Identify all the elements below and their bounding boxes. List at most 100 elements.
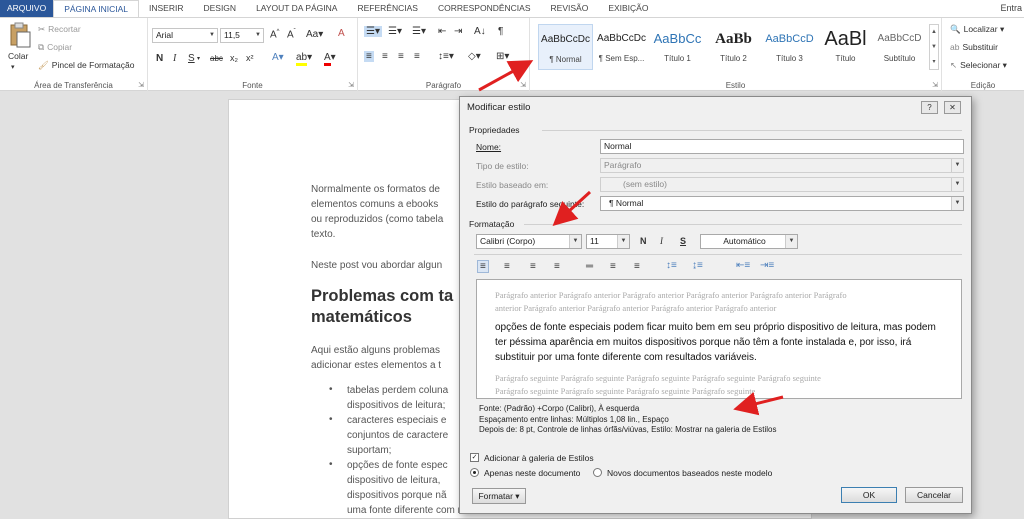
bullet-line: caracteres especiais e	[347, 415, 447, 426]
doc-paragraph-line: elementos comuns a ebooks	[311, 199, 439, 210]
highlight-icon[interactable]: ab▾	[296, 52, 312, 66]
paste-button[interactable]: Colar	[8, 51, 28, 61]
align-right-icon[interactable]: ≡	[398, 51, 404, 62]
styles-gallery: AaBbCcDc ¶ Normal AaBbCcDc ¶ Sem Esp... Aa…	[538, 24, 925, 84]
tab-view[interactable]: EXIBIÇÃO	[598, 0, 658, 17]
copy-label: Copiar	[47, 42, 73, 52]
format-menu-button[interactable]: Formatar ▾	[472, 488, 526, 504]
italic-button[interactable]: I	[173, 53, 176, 64]
line-spacing-icon[interactable]: ↕≡▾	[438, 51, 454, 62]
bullet-icon: •	[329, 414, 333, 425]
tab-home[interactable]: PÁGINA INICIAL	[53, 0, 139, 17]
clipboard-launcher-icon[interactable]: ⇲	[138, 81, 144, 89]
dialog-align-left-icon[interactable]: ≡	[477, 260, 489, 273]
sort-icon[interactable]: A↓	[474, 26, 486, 37]
onehalf-spacing-icon[interactable]: ≡	[610, 261, 616, 272]
cancel-button[interactable]: Cancelar	[905, 487, 963, 503]
style-title[interactable]: AaBl Título	[818, 24, 873, 70]
grow-font-icon[interactable]: A^	[270, 29, 280, 40]
underline-button[interactable]: S	[188, 53, 195, 64]
show-formatting-button[interactable]: ¶	[498, 26, 503, 37]
align-center-icon[interactable]: ≡	[382, 51, 388, 62]
dialog-color-select[interactable]: Automático ▼	[700, 234, 798, 249]
properties-section-title: Propriedades	[469, 125, 520, 135]
style-heading-3[interactable]: AaBbCcD Título 3	[762, 24, 817, 70]
dialog-increase-indent-icon[interactable]: ⇥≡	[760, 260, 774, 271]
font-size-combo[interactable]: 11,5 ▼	[220, 28, 264, 43]
styles-scroll[interactable]: ▲ ▼ ▾	[929, 24, 939, 70]
tab-mailings[interactable]: CORRESPONDÊNCIAS	[428, 0, 541, 17]
numbering-icon[interactable]: ☰▾	[388, 26, 402, 37]
align-left-icon[interactable]: ≡	[364, 51, 374, 62]
replace-button[interactable]: ab Substituir	[950, 42, 998, 52]
paragraph-launcher-icon[interactable]: ⇲	[520, 81, 526, 89]
superscript-button[interactable]: x²	[246, 53, 254, 63]
font-color-icon[interactable]: A▾	[324, 52, 336, 66]
strikethrough-button[interactable]: abc	[210, 54, 223, 63]
format-painter-button[interactable]: 🖌 Pincel de Formatação	[38, 60, 134, 71]
font-launcher-icon[interactable]: ⇲	[348, 81, 354, 89]
text-effects-icon[interactable]: A▾	[272, 52, 284, 63]
add-gallery-checkbox[interactable]: ✓	[470, 453, 479, 462]
help-button[interactable]: ?	[921, 101, 938, 114]
next-style-select[interactable]: ¶ Normal ▼	[600, 196, 964, 211]
dialog-align-center-icon[interactable]: ≡	[504, 261, 510, 272]
style-heading-1[interactable]: AaBbCc Título 1	[650, 24, 705, 70]
font-name-combo[interactable]: Arial ▼	[152, 28, 218, 43]
paste-icon[interactable]	[8, 22, 32, 48]
dialog-font-select[interactable]: Calibri (Corpo) ▼	[476, 234, 582, 249]
dialog-underline-button[interactable]: S	[680, 236, 686, 246]
sign-in-link[interactable]: Entra	[1000, 0, 1022, 17]
clear-formatting-icon[interactable]: A	[338, 28, 345, 39]
add-gallery-label: Adicionar à galeria de Estilos	[484, 453, 594, 463]
bullet-line: suportam;	[347, 445, 392, 456]
ok-button[interactable]: OK	[841, 487, 897, 503]
single-spacing-icon[interactable]: ═	[586, 261, 593, 272]
style-subtitle[interactable]: AaBbCcD Subtítulo	[872, 24, 927, 70]
tab-references[interactable]: REFERÊNCIAS	[347, 0, 427, 17]
shrink-font-icon[interactable]: Aˇ	[287, 29, 296, 40]
subscript-button[interactable]: x₂	[230, 53, 238, 63]
increase-indent-icon[interactable]: ⇥	[454, 26, 462, 37]
tab-insert[interactable]: INSERIR	[139, 0, 193, 17]
cut-button[interactable]: ✂ Recortar	[38, 24, 81, 35]
bold-button[interactable]: N	[156, 53, 163, 64]
decrease-spacing-icon[interactable]: ↨≡	[692, 260, 703, 271]
dialog-bold-button[interactable]: N	[640, 236, 647, 246]
style-heading-2[interactable]: AaBb Título 2	[706, 24, 761, 70]
dialog-justify-icon[interactable]: ≡	[554, 261, 560, 272]
increase-spacing-icon[interactable]: ↕≡	[666, 260, 677, 271]
decrease-indent-icon[interactable]: ⇤	[438, 26, 446, 37]
tab-review[interactable]: REVISÃO	[541, 0, 599, 17]
brush-icon: 🖌	[38, 60, 49, 70]
styles-launcher-icon[interactable]: ⇲	[932, 81, 938, 89]
name-input[interactable]: Normal	[600, 139, 964, 154]
close-button[interactable]: ✕	[944, 101, 961, 114]
borders-icon[interactable]: ⊞▾	[496, 51, 509, 62]
underline-dropdown-icon[interactable]: ▾	[197, 55, 200, 62]
tab-page-layout[interactable]: LAYOUT DA PÁGINA	[246, 0, 347, 17]
new-documents-radio[interactable]	[593, 468, 602, 477]
tab-design[interactable]: DESIGN	[193, 0, 246, 17]
double-spacing-icon[interactable]: ≡	[634, 261, 640, 272]
style-no-spacing[interactable]: AaBbCcDc ¶ Sem Esp...	[594, 24, 649, 70]
dialog-align-right-icon[interactable]: ≡	[530, 261, 536, 272]
select-button[interactable]: ↖ Selecionar ▾	[950, 60, 1007, 71]
dialog-italic-button[interactable]: I	[660, 236, 663, 246]
clipboard-group-label: Área de Transferência	[34, 81, 113, 90]
multilevel-list-icon[interactable]: ☰▾	[412, 26, 426, 37]
tab-file[interactable]: ARQUIVO	[0, 0, 54, 17]
doc-heading-line: matemáticos	[311, 308, 412, 326]
bullet-line: dispositivos porque nã	[347, 490, 447, 501]
dialog-size-select[interactable]: 11 ▼	[586, 234, 630, 249]
dialog-decrease-indent-icon[interactable]: ⇤≡	[736, 260, 750, 271]
justify-icon[interactable]: ≡	[414, 51, 420, 62]
bullets-icon[interactable]: ☰▾	[364, 26, 382, 37]
change-case-icon[interactable]: Aa▾	[306, 29, 323, 40]
shading-icon[interactable]: ◇▾	[468, 51, 481, 62]
style-normal[interactable]: AaBbCcDc ¶ Normal	[538, 24, 593, 70]
only-document-radio[interactable]	[470, 468, 479, 477]
copy-button[interactable]: ⧉ Copiar	[38, 42, 72, 53]
find-button[interactable]: 🔍 Localizar ▾	[950, 24, 1004, 35]
paste-dropdown-icon[interactable]: ▾	[11, 63, 15, 71]
